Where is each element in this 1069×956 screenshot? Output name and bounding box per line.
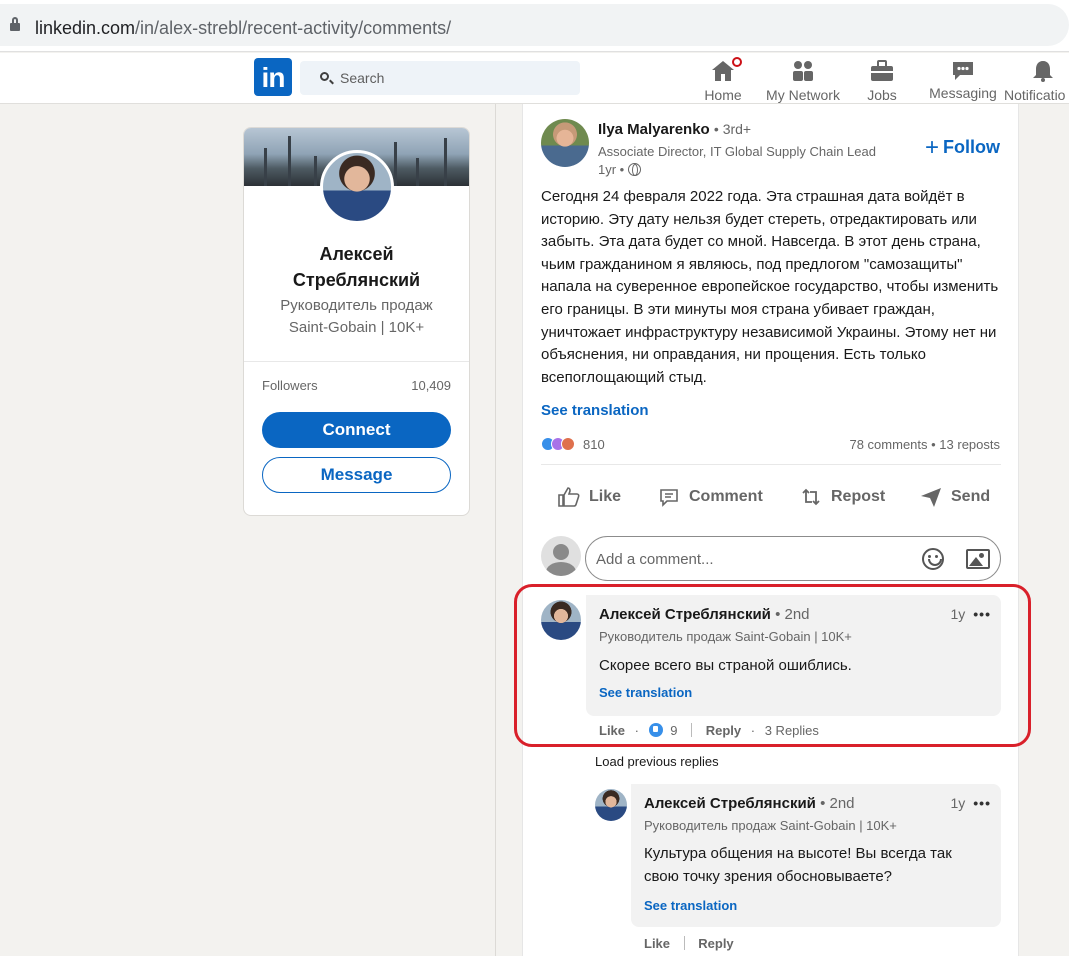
nav-home-label: Home — [704, 87, 742, 103]
nav-jobs[interactable]: Jobs — [864, 55, 900, 103]
search-icon — [320, 72, 329, 81]
home-icon — [710, 55, 744, 83]
comment-button[interactable]: Comment — [657, 480, 763, 514]
post-time: 1yr • — [598, 162, 641, 177]
divider — [541, 464, 1001, 465]
current-user-avatar — [541, 536, 581, 576]
nav-messaging[interactable]: Messaging — [929, 55, 997, 103]
love-reaction-icon — [561, 437, 575, 451]
nav-notifications[interactable]: Notificatio — [1004, 55, 1069, 103]
message-button[interactable]: Message — [262, 457, 451, 493]
follow-button[interactable]: + Follow — [925, 134, 1000, 162]
profile-headline: Руководитель продаж Saint-Gobain | 10K+ — [280, 297, 433, 336]
image-icon[interactable] — [966, 549, 990, 569]
reply-time: 1y ••• — [950, 795, 991, 811]
connect-button[interactable]: Connect — [262, 412, 451, 448]
globe-icon — [627, 163, 641, 176]
post-text: Сегодня 24 февраля 2022 года. Эта страшн… — [541, 188, 999, 386]
lock-icon — [10, 17, 20, 31]
reply-actions: Like Reply — [644, 936, 734, 951]
comment-box[interactable] — [585, 536, 1001, 581]
author-headline: Associate Director, IT Global Supply Cha… — [598, 144, 876, 159]
comment-icon — [660, 489, 678, 507]
search-input[interactable] — [340, 61, 570, 95]
repost-button[interactable]: Repost — [799, 480, 885, 514]
divider — [244, 361, 469, 362]
send-button[interactable]: Send — [919, 480, 990, 514]
reply-reply-button[interactable]: Reply — [698, 936, 733, 951]
author-avatar[interactable] — [541, 119, 589, 167]
plus-icon: + — [924, 134, 939, 161]
bell-icon — [1030, 59, 1056, 83]
reply-author-headline: Руководитель продаж Saint-Gobain | 10K+ — [644, 818, 897, 833]
profile-name[interactable]: Алексей Стреблянский — [244, 241, 469, 293]
nav-my-network-label: My Network — [766, 87, 840, 103]
send-icon — [921, 488, 941, 507]
highlight-annotation — [514, 584, 1031, 747]
followers-label: Followers — [262, 378, 318, 393]
search-bar[interactable] — [300, 61, 580, 95]
reply-like-button[interactable]: Like — [644, 936, 670, 951]
chat-icon — [950, 59, 976, 83]
repost-icon — [802, 488, 820, 506]
nav-my-network[interactable]: My Network — [765, 55, 841, 103]
load-previous-replies[interactable]: Load previous replies — [595, 754, 719, 769]
reply-bubble: Алексей Стреблянский • 2nd Руководитель … — [631, 784, 1001, 927]
nav-jobs-label: Jobs — [867, 87, 897, 103]
global-nav: in Home My Network Jobs Messaging Notifi… — [0, 53, 1069, 104]
nav-home[interactable]: Home — [700, 55, 746, 103]
see-translation-link[interactable]: See translation — [644, 898, 737, 913]
notification-badge — [730, 55, 744, 69]
more-options-icon[interactable]: ••• — [973, 795, 991, 811]
browser-address-bar[interactable]: linkedin.com/in/alex-strebl/recent-activ… — [0, 0, 1069, 52]
network-icon — [790, 59, 816, 83]
url-field[interactable]: linkedin.com/in/alex-strebl/recent-activ… — [0, 4, 1069, 46]
linkedin-logo[interactable]: in — [254, 58, 292, 96]
thumbs-up-icon — [558, 487, 580, 507]
reaction-count[interactable]: 810 — [583, 437, 605, 452]
nav-notifications-label: Notificatio — [1004, 87, 1066, 103]
emoji-icon[interactable] — [922, 548, 944, 570]
author-name[interactable]: Ilya Malyarenko • 3rd+ — [598, 121, 751, 138]
briefcase-icon — [869, 59, 895, 83]
profile-card: Алексей Стреблянский Руководитель продаж… — [243, 127, 470, 516]
see-translation-link[interactable]: See translation — [541, 402, 649, 419]
post-card: Ilya Malyarenko • 3rd+ Associate Directo… — [522, 104, 1019, 956]
followers-count: 10,409 — [411, 378, 451, 393]
post-stats[interactable]: 78 comments • 13 reposts — [849, 437, 1000, 452]
reply-author-name[interactable]: Алексей Стреблянский • 2nd — [644, 795, 855, 812]
nav-messaging-label: Messaging — [929, 85, 997, 101]
reply-text: Культура общения на высоте! Вы всегда та… — [644, 845, 952, 885]
url-text[interactable]: linkedin.com/in/alex-strebl/recent-activ… — [35, 18, 451, 39]
reply-avatar[interactable] — [595, 789, 627, 821]
comment-input[interactable] — [596, 547, 896, 571]
like-button[interactable]: Like — [557, 480, 621, 514]
profile-avatar[interactable] — [320, 150, 394, 224]
